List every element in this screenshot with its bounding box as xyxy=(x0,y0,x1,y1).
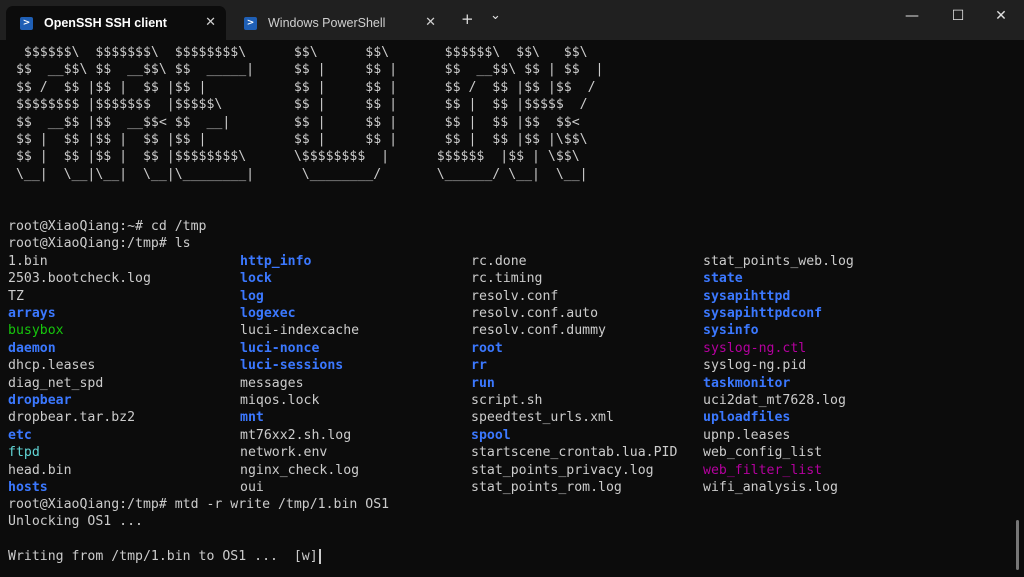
ls-entry: log xyxy=(240,288,264,304)
output-line: Writing from /tmp/1.bin to OS1 ... [w] xyxy=(8,548,1008,565)
ls-entry: head.bin xyxy=(8,462,72,478)
ls-entry: rc.done xyxy=(471,253,527,269)
ls-entry: ftpd xyxy=(8,445,40,461)
ls-entry: stat_points_web.log xyxy=(703,253,854,269)
powershell-icon: > xyxy=(20,16,33,30)
scrollbar[interactable] xyxy=(1016,520,1019,570)
ls-listing: 1.bin 2503.bootcheck.log TZ arrays busybox da… xyxy=(8,253,1008,496)
ls-entry: resolv.conf xyxy=(471,288,559,304)
ls-entry: messages xyxy=(240,375,304,391)
ls-entry: sysinfo xyxy=(703,323,759,339)
ls-entry: luci-nonce xyxy=(240,340,320,356)
ls-entry: luci-indexcache xyxy=(240,323,360,339)
ls-entry: oui xyxy=(240,479,264,495)
ls-entry: busybox xyxy=(8,323,64,339)
ls-entry: script.sh xyxy=(471,393,543,408)
terminal-output[interactable]: $$$$$$\ $$$$$$$\ $$$$$$$$\ $$\ $$\ $$$$$… xyxy=(8,44,1008,566)
ls-entry: stat_points_privacy.log xyxy=(471,462,654,478)
ls-entry: lock xyxy=(240,271,272,287)
command-line: root@XiaoQiang:/tmp# ls xyxy=(8,236,191,252)
ls-entry: syslog-ng.pid xyxy=(703,358,807,374)
ls-column: 1.bin 2503.bootcheck.log TZ arrays busybox da… xyxy=(8,253,151,496)
tab-powershell[interactable]: > Windows PowerShell ✕ xyxy=(230,6,446,40)
ls-entry: dropbear.tar.bz2 xyxy=(8,410,136,426)
tab-openssh[interactable]: > OpenSSH SSH client ✕ xyxy=(6,6,226,40)
text-cursor xyxy=(318,548,321,564)
ls-entry: mnt xyxy=(240,410,264,426)
ls-column: http_info lock log logexec luci-indexcache lu… xyxy=(240,253,359,496)
ls-entry: wifi_analysis.log xyxy=(703,479,838,495)
ls-entry: miqos.lock xyxy=(240,393,320,408)
ls-entry: uploadfiles xyxy=(703,410,791,426)
ls-entry: daemon xyxy=(8,340,56,356)
ls-entry: diag_net_spd xyxy=(8,375,104,391)
close-button[interactable]: ✕ xyxy=(978,8,1024,30)
ls-entry: run xyxy=(471,375,495,391)
maximize-button[interactable]: ☐ xyxy=(935,8,981,30)
ls-entry: hosts xyxy=(8,479,48,495)
ls-entry: upnp.leases xyxy=(703,427,791,443)
ls-entry: logexec xyxy=(240,306,296,322)
ls-column: stat_points_web.logstate sysapihttpd sysap… xyxy=(703,253,854,496)
ls-entry: startscene_crontab.lua.PID xyxy=(471,445,678,461)
tab-close-icon[interactable]: ✕ xyxy=(205,15,216,30)
ls-entry: 1.bin xyxy=(8,253,48,269)
writing-status: Writing from /tmp/1.bin to OS1 ... [w] xyxy=(8,549,318,565)
powershell-icon: > xyxy=(244,16,257,30)
title-bar: > OpenSSH SSH client ✕ > Windows PowerSh… xyxy=(0,0,1024,40)
ls-entry: etc xyxy=(8,427,32,443)
command-line: root@XiaoQiang:/tmp# mtd -r write /tmp/1… xyxy=(8,496,390,512)
output-line: Unlocking OS1 ... xyxy=(8,514,143,530)
ls-entry: syslog-ng.ctl xyxy=(703,340,807,356)
tab-close-icon[interactable]: ✕ xyxy=(425,15,436,30)
ls-entry: speedtest_urls.xml xyxy=(471,410,614,426)
ls-entry: state xyxy=(703,271,743,287)
minimize-button[interactable]: — xyxy=(889,8,935,30)
ls-entry: http_info xyxy=(240,253,312,269)
ls-entry: nginx_check.log xyxy=(240,462,360,478)
tab-label: OpenSSH SSH client xyxy=(44,16,167,30)
command-line: root@XiaoQiang:~# cd /tmp xyxy=(8,219,207,235)
ls-entry: rr xyxy=(471,358,487,374)
ls-entry: dhcp.leases xyxy=(8,358,96,374)
ls-column: rc.done rc.timing resolv.conf resolv.conf.a… xyxy=(471,253,677,496)
ls-entry: rc.timing xyxy=(471,271,543,287)
ls-entry: 2503.bootcheck.log xyxy=(8,271,151,287)
blank-line xyxy=(8,531,1008,548)
blank-line xyxy=(8,201,1008,218)
ls-entry: web_filter_list xyxy=(703,462,823,478)
terminal-window: > OpenSSH SSH client ✕ > Windows PowerSh… xyxy=(0,0,1024,577)
ls-entry: sysapihttpdconf xyxy=(703,306,823,322)
ascii-banner: $$$$$$\ $$$$$$$\ $$$$$$$$\ $$\ $$\ $$$$$… xyxy=(15,45,604,182)
blank-line xyxy=(8,183,1008,200)
tab-dropdown-button[interactable]: ⌄ xyxy=(490,8,501,23)
ls-entry: mt76xx2.sh.log xyxy=(240,427,352,443)
new-tab-button[interactable]: + xyxy=(461,10,474,28)
ls-entry: sysapihttpd xyxy=(703,288,791,304)
ls-entry: TZ xyxy=(8,288,24,304)
ls-entry: dropbear xyxy=(8,393,72,408)
ls-entry: uci2dat_mt7628.log xyxy=(703,393,846,408)
ls-entry: resolv.conf.auto xyxy=(471,306,599,322)
ls-entry: spool xyxy=(471,427,511,443)
tab-label: Windows PowerShell xyxy=(268,16,386,30)
ls-entry: web_config_list xyxy=(703,445,823,461)
ls-entry: taskmonitor xyxy=(703,375,791,391)
ls-entry: arrays xyxy=(8,306,56,322)
ls-entry: network.env xyxy=(240,445,328,461)
ls-entry: root xyxy=(471,340,503,356)
ls-entry: luci-sessions xyxy=(240,358,344,374)
ls-entry: stat_points_rom.log xyxy=(471,479,622,495)
ls-entry: resolv.conf.dummy xyxy=(471,323,606,339)
